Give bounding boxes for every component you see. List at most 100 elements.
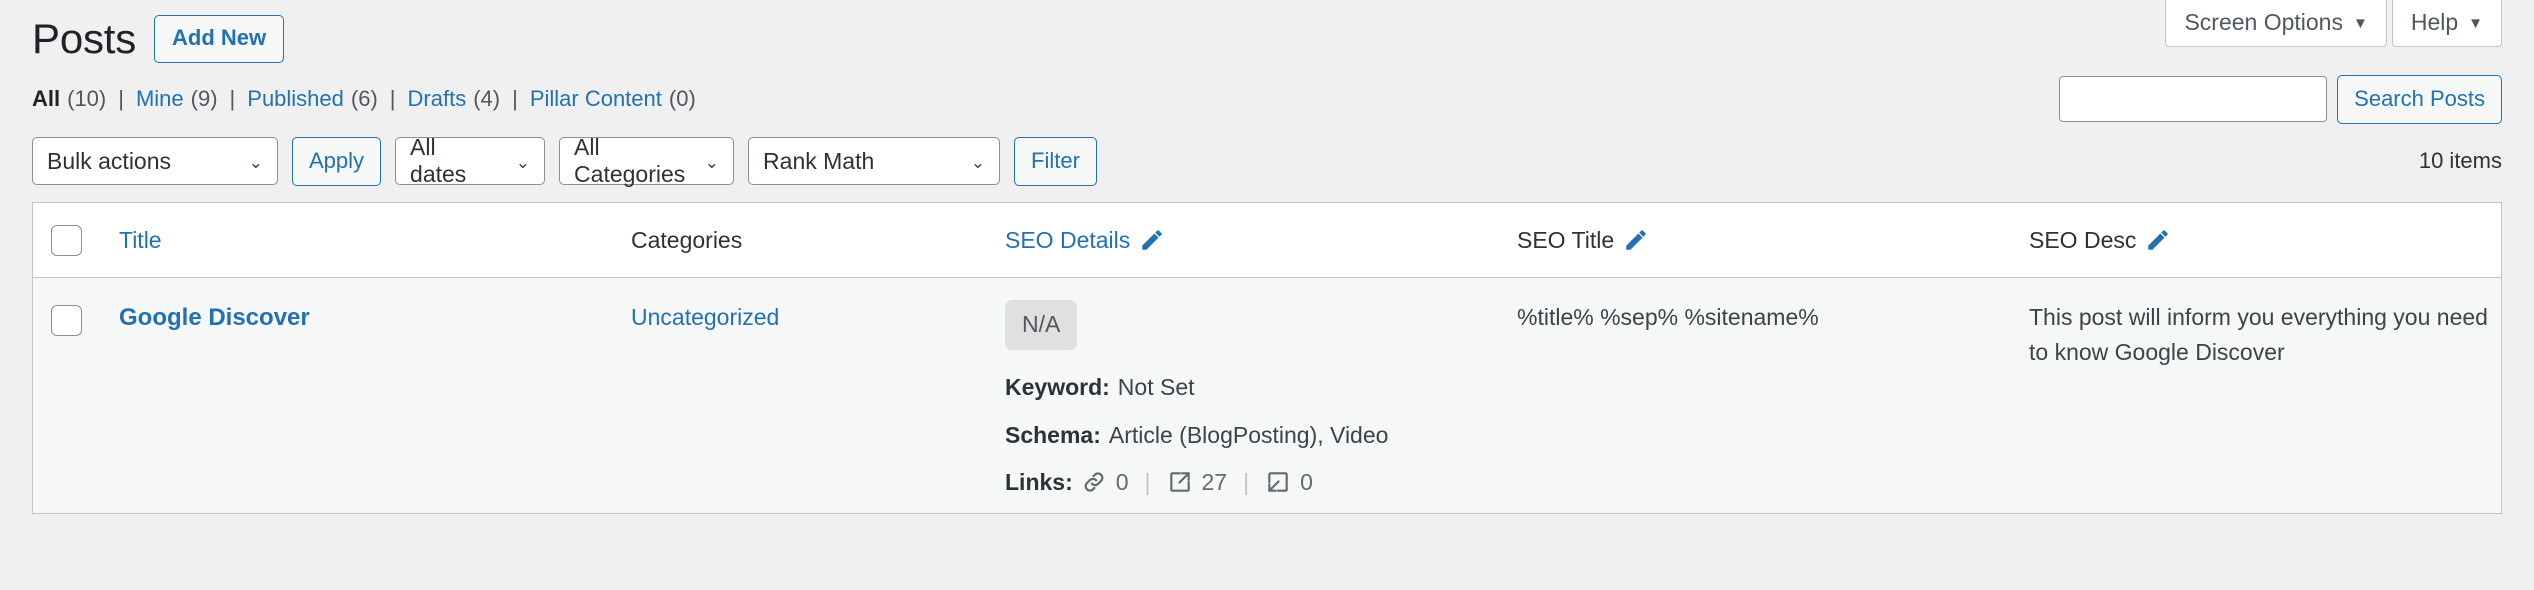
help-tab[interactable]: Help ▼ (2391, 0, 2502, 47)
inbound-links-item: 0 (1265, 465, 1313, 500)
status-filter-drafts-count: (4) (473, 86, 501, 111)
rank-math-filter-value: Rank Math (763, 147, 875, 174)
bulk-actions-select[interactable]: Bulk actions ⌄ (32, 137, 278, 185)
status-filter-published[interactable]: Published (6) (247, 86, 378, 112)
column-header-seo-title-label: SEO Title (1517, 226, 1615, 253)
links-separator: | (1144, 469, 1151, 495)
status-filter-pillar-content[interactable]: Pillar Content (0) (530, 86, 696, 112)
links-separator: | (1243, 469, 1250, 495)
row-categories-cell: Uncategorized (631, 278, 1005, 514)
pencil-icon[interactable] (2145, 227, 2171, 253)
posts-page-wrap: Posts Add New All (10) | Mine (9) | Publ… (0, 0, 2534, 514)
bulk-actions-value: Bulk actions (47, 147, 172, 174)
screen-options-label: Screen Options (2184, 9, 2343, 35)
tablenav-filters: Bulk actions ⌄ Apply All dates ⌄ All Cat… (32, 134, 1097, 187)
seo-score-badge: N/A (1005, 300, 1078, 350)
filter-button[interactable]: Filter (1014, 136, 1097, 186)
subsubsub-row: All (10) | Mine (9) | Published (6) | Dr… (32, 74, 2502, 124)
row-seo-title-cell: %title% %sep% %sitename% (1517, 278, 2029, 514)
pencil-icon[interactable] (1139, 227, 1165, 253)
help-label: Help (2410, 9, 2459, 35)
chevron-down-icon: ▼ (2352, 15, 2368, 32)
column-header-categories-label: Categories (631, 226, 743, 253)
column-header-title[interactable]: Title (119, 203, 631, 278)
row-seo-desc-cell: This post will inform you everything you… (2029, 278, 2501, 514)
items-count: 10 items (2418, 148, 2502, 173)
status-filter-all[interactable]: All (10) (32, 86, 106, 112)
apply-button[interactable]: Apply (292, 136, 382, 186)
column-header-seo-details[interactable]: SEO Details (1005, 203, 1517, 278)
seo-keyword-label: Keyword: (1005, 374, 1110, 400)
filter-separator: | (512, 86, 518, 111)
search-box: Search Posts (2059, 74, 2502, 124)
posts-list-table: Title Categories SEO Details SEO Title S… (32, 202, 2502, 514)
status-filter-pillar-content-label[interactable]: Pillar Content (530, 86, 662, 112)
pencil-icon[interactable] (1623, 227, 1649, 253)
row-title-cell: Google Discover (119, 278, 631, 514)
links-counts: 0 | 27 | 0 (1081, 465, 1313, 500)
inbound-link-icon (1265, 469, 1291, 495)
add-new-button[interactable]: Add New (154, 15, 285, 63)
tablenav-top: Bulk actions ⌄ Apply All dates ⌄ All Cat… (32, 133, 2502, 189)
screen-meta-tabs: Screen Options ▼ Help ▼ (2165, 0, 2502, 47)
dates-filter-value: All dates (410, 134, 467, 187)
filter-separator: | (389, 86, 396, 111)
categories-filter-value: All Categories (574, 134, 686, 187)
internal-links-item: 0 (1081, 465, 1129, 500)
seo-schema-line: Schema: Article (BlogPosting), Video (1005, 418, 1517, 453)
column-header-categories: Categories (631, 203, 1005, 278)
seo-keyword-value: Not Set (1117, 374, 1195, 400)
external-links-item: 27 (1167, 465, 1228, 500)
column-header-seo-desc: SEO Desc (2029, 203, 2501, 278)
rank-math-filter-select[interactable]: Rank Math ⌄ (748, 137, 1001, 185)
post-title-link[interactable]: Google Discover (119, 304, 310, 331)
external-link-icon (1167, 469, 1193, 495)
status-filter-mine[interactable]: Mine (9) (136, 86, 218, 112)
row-seo-details-cell: N/A Keyword: Not Set Schema: Article (Bl… (1005, 278, 1517, 514)
seo-schema-label: Schema: (1005, 421, 1101, 448)
page-heading-row: Posts Add New (32, 0, 2502, 63)
seo-links-label: Links: (1005, 469, 1073, 495)
status-filter-all-label[interactable]: All (32, 86, 60, 112)
column-header-seo-title: SEO Title (1517, 203, 2029, 278)
column-header-seo-details-label[interactable]: SEO Details (1005, 227, 1130, 254)
status-filter-list: All (10) | Mine (9) | Published (6) | Dr… (32, 86, 696, 112)
filter-separator: | (229, 86, 236, 111)
table-body: Google Discover Uncategorized N/A Keywor… (33, 278, 2501, 514)
category-link[interactable]: Uncategorized (631, 304, 779, 330)
select-all-header (33, 203, 119, 278)
status-filter-drafts-label[interactable]: Drafts (408, 86, 467, 112)
seo-schema-value: Article (BlogPosting), Video (1108, 421, 1389, 448)
chevron-down-icon: ▼ (2468, 15, 2483, 32)
column-header-seo-desc-label: SEO Desc (2029, 226, 2137, 253)
categories-filter-select[interactable]: All Categories ⌄ (559, 134, 735, 187)
search-input[interactable] (2059, 76, 2328, 122)
row-checkbox[interactable] (51, 305, 82, 337)
status-filter-pillar-content-count: (0) (668, 86, 696, 111)
inbound-links-count: 0 (1300, 469, 1313, 495)
status-filter-mine-label[interactable]: Mine (136, 86, 184, 112)
table-row: Google Discover Uncategorized N/A Keywor… (33, 278, 2501, 514)
status-filter-drafts[interactable]: Drafts (4) (408, 86, 501, 112)
search-posts-button[interactable]: Search Posts (2337, 74, 2502, 124)
screen-options-tab[interactable]: Screen Options ▼ (2165, 0, 2387, 47)
select-all-checkbox[interactable] (51, 224, 82, 256)
dates-filter-select[interactable]: All dates ⌄ (395, 134, 546, 187)
external-links-count: 27 (1201, 469, 1228, 495)
internal-links-count: 0 (1115, 469, 1129, 495)
chevron-down-icon: ⌄ (970, 152, 986, 172)
page-title: Posts (32, 14, 137, 62)
table-header-row: Title Categories SEO Details SEO Title S… (33, 203, 2501, 278)
chevron-down-icon: ⌄ (248, 152, 263, 172)
chain-link-icon (1081, 469, 1107, 495)
chevron-down-icon: ⌄ (515, 152, 531, 172)
seo-links-line: Links: 0 | 27 | 0 (1005, 465, 1517, 500)
table-header: Title Categories SEO Details SEO Title S… (33, 203, 2501, 278)
column-header-title-label[interactable]: Title (119, 227, 162, 254)
status-filter-all-count: (10) (67, 86, 107, 111)
status-filter-published-label[interactable]: Published (247, 86, 344, 112)
seo-keyword-line: Keyword: Not Set (1005, 370, 1517, 405)
chevron-down-icon: ⌄ (704, 152, 720, 172)
status-filter-mine-count: (9) (190, 86, 218, 111)
filter-separator: | (118, 86, 124, 111)
